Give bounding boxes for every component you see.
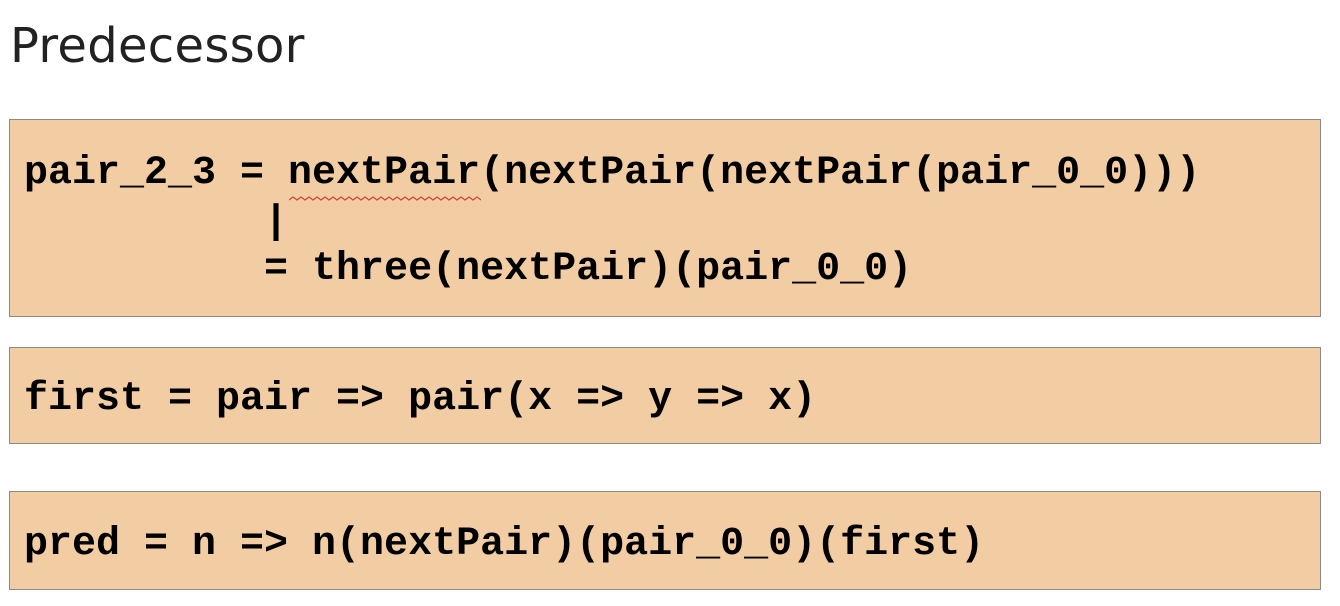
code-line: pred = n => n(nextPair)(pair_0_0)(first) — [24, 522, 985, 567]
code-block-pred-definition: pred = n => n(nextPair)(pair_0_0)(first) — [9, 491, 1321, 590]
code-line: pair_2_3 = nextPair(nextPair(nextPair(pa… — [24, 151, 1201, 196]
code-block-first-definition: first = pair => pair(x => y => x) — [9, 347, 1321, 444]
code-line: = three(nextPair)(pair_0_0) — [24, 247, 913, 292]
code-line: first = pair => pair(x => y => x) — [24, 377, 817, 422]
code-block-pair-definition: pair_2_3 = nextPair(nextPair(nextPair(pa… — [9, 119, 1321, 317]
slide-title: Predecessor — [10, 18, 305, 74]
spellcheck-underline — [289, 196, 481, 201]
code-line: | — [24, 200, 289, 245]
